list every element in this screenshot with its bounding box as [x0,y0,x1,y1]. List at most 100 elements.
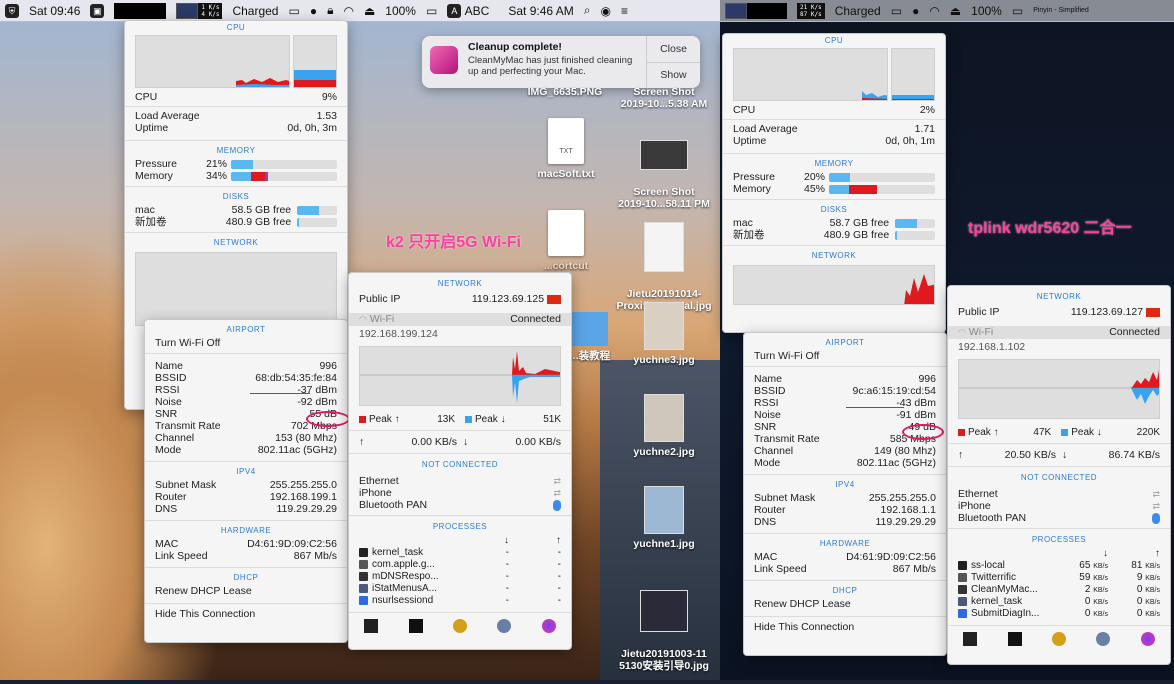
info-key: MAC [155,538,179,550]
menubar-clock[interactable]: Sat 9:46 AM [508,4,573,18]
screenshot-thumbnail [640,140,688,170]
rate-down: 86.74 KB/s [1108,449,1160,461]
notification-center-icon[interactable]: ≡ [621,4,628,18]
app-icon[interactable]: ▣ [90,3,105,18]
battery-icon[interactable]: ▭ [1012,4,1023,18]
desktop-file[interactable]: yuchne3.jpg [612,302,716,366]
desktop-file[interactable]: yuchne2.jpg [612,394,716,458]
wifi-icon[interactable]: ◠ [343,4,353,18]
desktop-file[interactable]: IMG_6635.PNG [520,86,610,98]
battery-pct[interactable]: 100% [971,4,1002,18]
battery-status[interactable]: Charged [835,4,881,18]
hide-connection[interactable]: Hide This Connection [744,621,946,633]
terminal-icon[interactable] [408,618,423,633]
desktop-file[interactable]: TXT macSoft.txt [524,118,608,180]
process-name: kernel_task [971,595,1023,607]
uptime-value: 0d, 0h, 1m [885,135,935,147]
desktop-file[interactable]: Screen Shot 2019-10...58.11 PM [612,128,716,222]
info-row: Channel 149 (80 Mhz) [744,445,946,457]
desktop-file[interactable]: Jietu20191003-11 5130安装引导0.jpg [612,578,716,684]
turn-wifi-off[interactable]: Turn Wi-Fi Off [744,350,946,362]
terminal-icon[interactable] [1007,631,1022,646]
interface-row[interactable]: Ethernet ⇄ [349,475,571,487]
rssi-pointer-line [250,393,310,394]
interface-row[interactable]: iPhone ⇄ [349,487,571,499]
process-icon [359,547,368,557]
battery-pct[interactable]: 100% [385,4,416,18]
monitor-icon[interactable]: ▭ [891,4,902,18]
toggle-icon[interactable] [1152,512,1160,524]
netstats-widget[interactable]: 21 K/s 87 K/s [797,2,825,19]
interface-row[interactable]: Bluetooth PAN [349,499,571,511]
image-thumbnail [644,222,684,272]
process-row[interactable]: SubmitDiagIn... 0 KB/s 0 KB/s [948,607,1170,619]
show-button[interactable]: Show [647,61,700,89]
toggle-icon[interactable] [553,499,561,511]
close-button[interactable]: Close [647,36,700,62]
desktop-file[interactable]: yuchne1.jpg [612,486,716,550]
hat-icon[interactable]: ● [912,4,919,18]
wifi-icon[interactable]: ◠ [929,4,939,18]
network-utility-icon[interactable] [452,618,467,633]
interface-row[interactable]: iPhone ⇄ [948,500,1170,512]
peak-legend: Peak ↑ 47K Peak ↓ 220K [948,425,1170,439]
shield-icon[interactable]: ⛨ [5,3,19,18]
section-airport: AIRPORT [825,338,865,347]
turn-wifi-off[interactable]: Turn Wi-Fi Off [145,337,347,349]
input-source[interactable]: Pinyin - Simplified [1033,7,1089,14]
interface-row[interactable]: Ethernet ⇄ [948,488,1170,500]
renew-dhcp-lease[interactable]: Renew DHCP Lease [145,585,347,597]
file-label: yuchne1.jpg [633,538,695,550]
eject-icon[interactable]: ⏏︎ [364,4,375,18]
renew-dhcp-lease[interactable]: Renew DHCP Lease [744,598,946,610]
process-icon [359,595,368,605]
siri-icon[interactable]: ◉ [600,4,610,18]
istat-menus-icon[interactable] [1140,631,1155,646]
hat-icon[interactable]: ● [310,4,317,18]
memory-bar [829,184,935,194]
menubar-datetime[interactable]: Sat 09:46 [29,4,80,18]
process-down: 0 [1084,607,1091,619]
process-up: 9 [1136,571,1143,583]
netstats-widget[interactable]: 1 K/s 4 K/s [176,2,223,19]
unit-label: KB/s [1093,574,1108,582]
activity-monitor-icon[interactable] [364,618,379,633]
battery-icon[interactable]: ▭ [426,4,437,18]
info-row: RSSI -37 dBm [145,384,347,396]
cleanmymac-notification[interactable]: Cleanup complete! CleanMyMac has just fi… [422,36,700,88]
info-value: 68:db:54:35:fe:84 [255,372,337,384]
activity-monitor-icon[interactable] [963,631,978,646]
document-icon [548,210,584,256]
eject-icon[interactable]: ⏏︎ [950,4,961,18]
peak-legend: Peak ↑ 13K Peak ↓ 51K [349,412,571,426]
process-row[interactable]: com.apple.g... - - [349,558,571,570]
process-row[interactable]: nsurlsessiond - - [349,594,571,606]
info-key: BSSID [155,372,187,384]
process-row[interactable]: ss-local 65 KB/s 81 KB/s [948,559,1170,571]
network-utility-icon[interactable] [1051,631,1066,646]
process-row[interactable]: mDNSRespo... - - [349,570,571,582]
info-row: Name 996 [744,373,946,385]
input-source[interactable]: A ABC [447,3,489,18]
istat-menus-icon[interactable] [541,618,556,633]
process-row[interactable]: iStatMenusA... - - [349,582,571,594]
monitor-icon[interactable]: ▭ [288,4,299,18]
info-value: -91 dBm [896,409,936,421]
section-disks: DISKS [222,192,250,201]
desktop-file[interactable]: ...cortcut [524,210,608,272]
lock-icon[interactable]: 🔒︎ [327,3,333,18]
interface-name: iPhone [958,500,991,512]
desktop-file[interactable]: Screen Shot 2019-10...5.38 AM [612,86,716,110]
process-row[interactable]: kernel_task - - [349,546,571,558]
process-row[interactable]: Twitterrific 59 KB/s 9 KB/s [948,571,1170,583]
hide-connection[interactable]: Hide This Connection [145,608,347,620]
network-prefs-icon[interactable] [497,618,512,633]
section-network: NETWORK [213,238,259,247]
info-key: Router [155,491,187,503]
process-row[interactable]: CleanMyMac... 2 KB/s 0 KB/s [948,583,1170,595]
process-row[interactable]: kernel_task 0 KB/s 0 KB/s [948,595,1170,607]
network-prefs-icon[interactable] [1096,631,1111,646]
interface-row[interactable]: Bluetooth PAN [948,512,1170,524]
search-icon[interactable]: ⌕ [584,3,591,18]
battery-status[interactable]: Charged [232,4,278,18]
